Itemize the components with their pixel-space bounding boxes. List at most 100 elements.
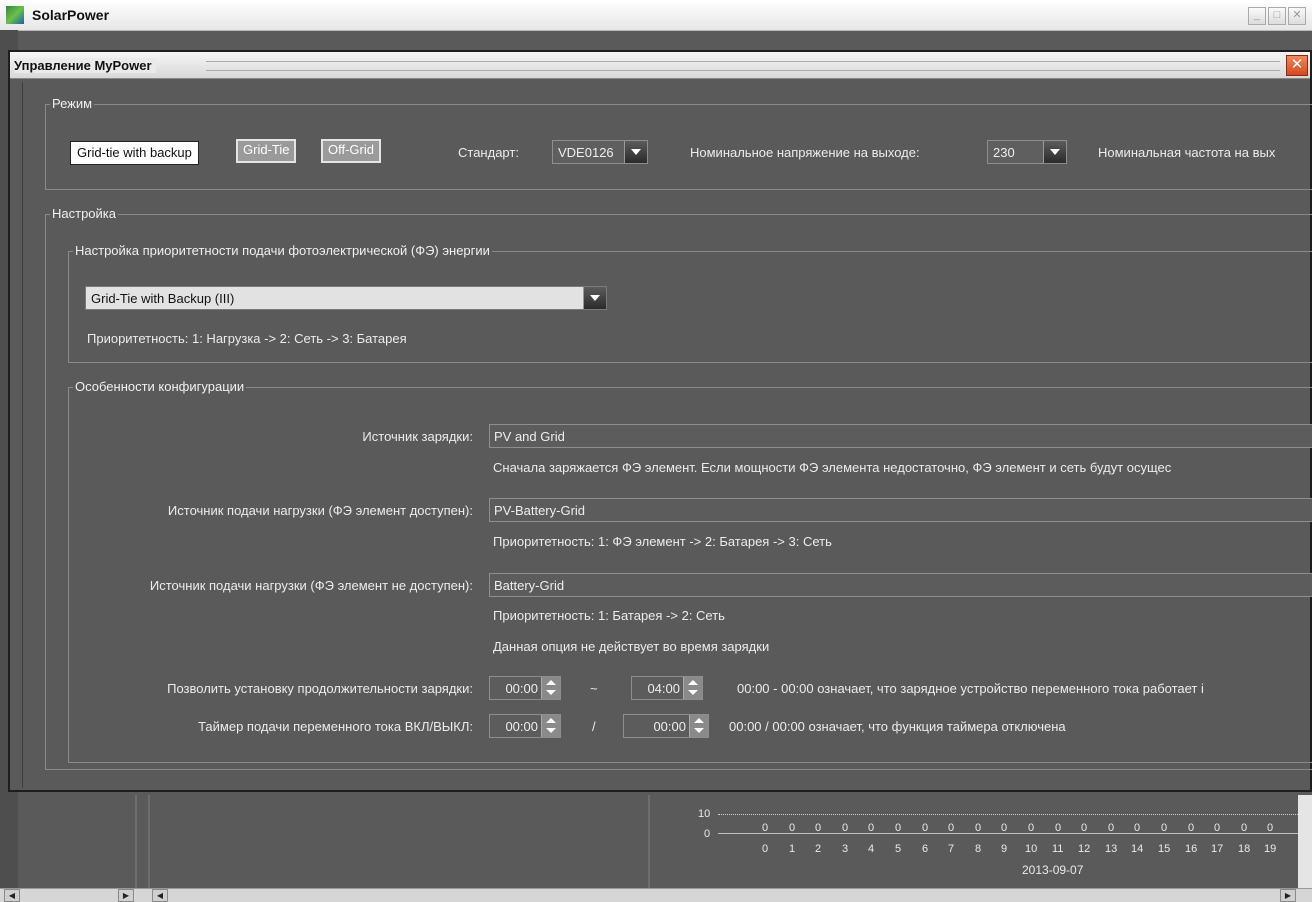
x-tick-label: 7 <box>948 843 955 855</box>
x-tick-label: 13 <box>1105 843 1118 855</box>
output-frequency-label: Номинальная частота на вых <box>1098 145 1276 160</box>
chart-value-label: 0 <box>762 822 769 834</box>
spinner-arrows-icon[interactable] <box>541 677 560 699</box>
chart-value-label: 0 <box>948 822 955 834</box>
x-tick-label: 10 <box>1025 843 1038 855</box>
ac-off-spinner[interactable]: 00:00 <box>623 714 709 738</box>
chart-value-label: 0 <box>1001 822 1008 834</box>
background-divider <box>148 795 150 890</box>
mode-legend: Режим <box>50 96 95 111</box>
charge-end-spinner[interactable]: 04:00 <box>631 676 703 700</box>
output-voltage-select[interactable]: 230 <box>987 140 1067 164</box>
load-source-nopv-desc: Приоритетность: 1: Батарея -> 2: Сеть <box>493 608 725 623</box>
config-features-group: Особенности конфигурации Источник зарядк… <box>68 379 1312 763</box>
load-source-nopv-field[interactable]: Battery-Grid <box>489 573 1312 597</box>
standard-value: VDE0126 <box>558 145 614 160</box>
horizontal-scrollbar[interactable] <box>0 888 1312 902</box>
vertical-scrollbar[interactable] <box>1298 795 1312 890</box>
app-title: SolarPower <box>32 7 110 23</box>
close-app-icon[interactable]: ✕ <box>1288 7 1306 25</box>
ac-on-value: 00:00 <box>505 719 538 734</box>
chart-value-label: 0 <box>1188 822 1195 834</box>
grid-tie-with-backup-button[interactable]: Grid-tie with backup <box>70 141 199 165</box>
charge-duration-label: Позволить установку продолжительности за… <box>167 681 473 696</box>
pv-priority-text: Приоритетность: 1: Нагрузка -> 2: Сеть -… <box>87 331 407 346</box>
ac-on-spinner[interactable]: 00:00 <box>489 714 561 738</box>
load-source-pv-value: PV-Battery-Grid <box>494 503 586 518</box>
ac-timer-separator: / <box>592 719 596 734</box>
grid-tie-button[interactable]: Grid-Tie <box>236 139 297 163</box>
chart-axis <box>718 833 1298 834</box>
pv-priority-group: Настройка приоритетности подачи фотоэлек… <box>68 243 1312 363</box>
chevron-down-icon[interactable] <box>583 287 606 309</box>
x-tick-label: 12 <box>1078 843 1091 855</box>
spinner-arrows-icon[interactable] <box>689 715 708 737</box>
charge-source-field[interactable]: PV and Grid <box>489 424 1312 448</box>
chevron-down-icon[interactable] <box>1043 141 1066 163</box>
pv-priority-select[interactable]: Grid-Tie with Backup (III) <box>85 286 607 310</box>
chart-value-label: 0 <box>1108 822 1115 834</box>
charge-start-spinner[interactable]: 00:00 <box>489 676 561 700</box>
chart-value-label: 0 <box>1028 822 1035 834</box>
x-tick-label: 3 <box>842 843 849 855</box>
charge-end-value: 04:00 <box>647 681 680 696</box>
chart-value-label: 0 <box>842 822 849 834</box>
config-features-legend: Особенности конфигурации <box>73 379 247 394</box>
spinner-arrows-icon[interactable] <box>541 715 560 737</box>
x-tick-label: 8 <box>975 843 982 855</box>
titlebar-stripes <box>206 61 1280 71</box>
scroll-left-icon[interactable]: ◀ <box>152 889 168 902</box>
output-voltage-label: Номинальное напряжение на выходе: <box>690 145 920 160</box>
off-grid-button[interactable]: Off-Grid <box>321 139 381 163</box>
chart-value-label: 0 <box>1214 822 1221 834</box>
chart-value-label: 0 <box>895 822 902 834</box>
load-source-nopv-note: Данная опция не действует во время заряд… <box>493 639 770 654</box>
output-voltage-value: 230 <box>993 145 1015 160</box>
close-dialog-button[interactable]: ✕ <box>1286 55 1308 76</box>
background-divider <box>135 795 137 890</box>
x-tick-label: 6 <box>922 843 929 855</box>
chart-value-label: 0 <box>1055 822 1062 834</box>
x-tick-label: 16 <box>1185 843 1198 855</box>
ac-timer-label: Таймер подачи переменного тока ВКЛ/ВЫКЛ: <box>198 719 473 734</box>
mode-group: Режим Grid-tie with backup Grid-Tie Off-… <box>45 96 1312 190</box>
load-source-pv-field[interactable]: PV-Battery-Grid <box>489 498 1312 522</box>
scroll-left-icon[interactable]: ◀ <box>4 889 20 902</box>
load-source-nopv-value: Battery-Grid <box>494 578 565 593</box>
x-tick-label: 19 <box>1264 843 1277 855</box>
chart-value-label: 0 <box>1161 822 1168 834</box>
dialog-content: Режим Grid-tie with backup Grid-Tie Off-… <box>22 82 1312 788</box>
chart-value-label: 0 <box>815 822 822 834</box>
ac-timer-desc: 00:00 / 00:00 означает, что функция тайм… <box>729 719 1066 734</box>
x-tick-label: 11 <box>1052 843 1064 855</box>
maximize-icon[interactable]: □ <box>1268 7 1286 25</box>
x-tick-label: 2 <box>815 843 822 855</box>
settings-group: Настройка Настройка приоритетности подач… <box>45 206 1312 770</box>
settings-legend: Настройка <box>50 206 118 221</box>
charge-duration-desc: 00:00 - 00:00 означает, что зарядное уст… <box>737 681 1204 696</box>
minimize-icon[interactable]: _ <box>1248 7 1266 25</box>
chart-value-label: 0 <box>1081 822 1088 834</box>
y-tick-label: 0 <box>704 828 711 840</box>
app-logo-icon <box>6 6 24 24</box>
chevron-down-icon[interactable] <box>624 141 647 163</box>
load-source-pv-label: Источник подачи нагрузки (ФЭ элемент дос… <box>167 503 473 518</box>
charge-start-value: 00:00 <box>505 681 538 696</box>
charge-source-label: Источник зарядки: <box>362 429 473 444</box>
dialog-titlebar[interactable]: Управление MyPower ✕ <box>10 52 1310 79</box>
chart-value-label: 0 <box>975 822 982 834</box>
scroll-right-icon[interactable]: ▶ <box>118 889 134 902</box>
standard-select[interactable]: VDE0126 <box>552 140 648 164</box>
ac-off-value: 00:00 <box>653 719 686 734</box>
x-tick-label: 5 <box>895 843 902 855</box>
load-source-pv-desc: Приоритетность: 1: ФЭ элемент -> 2: Бата… <box>493 534 832 549</box>
x-tick-label: 1 <box>789 843 796 855</box>
x-tick-label: 18 <box>1238 843 1251 855</box>
scroll-right-icon[interactable]: ▶ <box>1280 889 1296 902</box>
charge-range-separator: ~ <box>590 681 598 696</box>
chart-value-label: 0 <box>1241 822 1248 834</box>
x-tick-label: 14 <box>1131 843 1144 855</box>
chart-value-label: 0 <box>789 822 796 834</box>
y-tick-label: 10 <box>698 808 711 820</box>
spinner-arrows-icon[interactable] <box>683 677 702 699</box>
